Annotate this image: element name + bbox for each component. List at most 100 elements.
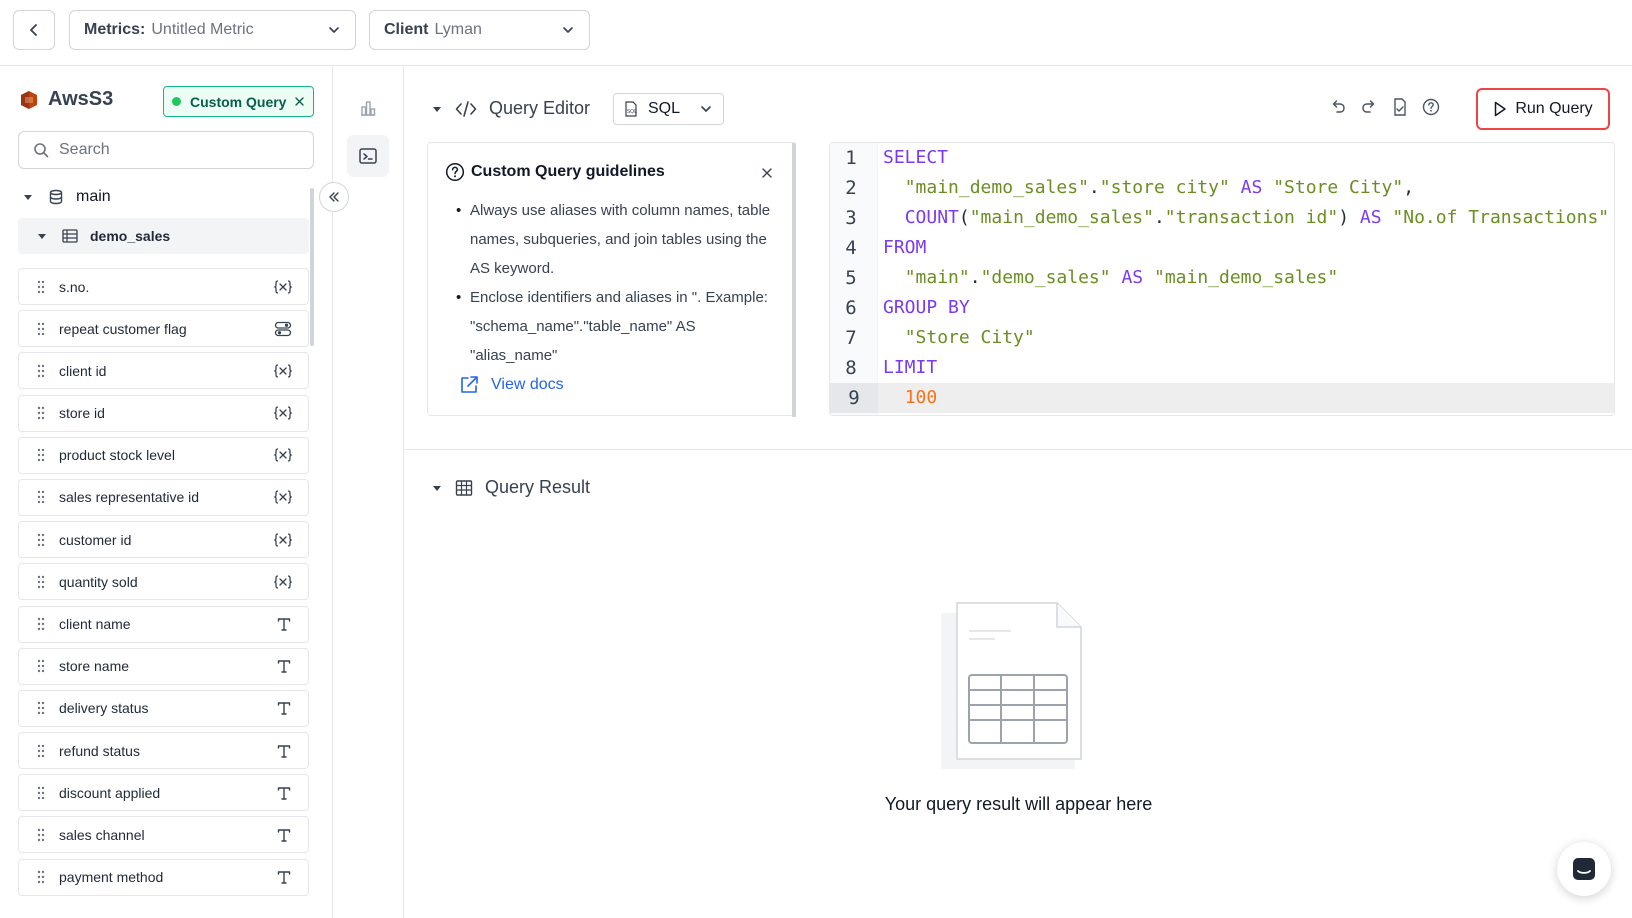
code-line[interactable]: 3 COUNT("main_demo_sales"."transaction i… [830, 203, 1614, 233]
column-item[interactable]: quantity sold [18, 563, 309, 601]
view-docs-link[interactable]: View docs [459, 375, 564, 395]
metrics-label: Metrics: [84, 21, 146, 38]
drag-handle-icon[interactable] [37, 786, 45, 800]
line-number: 6 [845, 297, 857, 319]
column-name: discount applied [59, 784, 161, 801]
variable-icon [274, 532, 292, 548]
column-item[interactable]: product stock level [18, 436, 309, 474]
help-icon[interactable] [1421, 96, 1441, 118]
column-item[interactable]: refund status [18, 732, 309, 770]
code-line[interactable]: 8 LIMIT [830, 353, 1614, 383]
drag-handle-icon[interactable] [37, 870, 45, 884]
close-icon[interactable] [761, 167, 773, 179]
code-line[interactable]: 4 FROM [830, 233, 1614, 263]
custom-query-badge: Custom Query [163, 86, 314, 117]
run-query-button[interactable]: Run Query [1476, 88, 1610, 130]
client-select[interactable]: Client Lyman [369, 10, 590, 50]
sql-code-editor[interactable]: 1 SELECT 2 "main_demo_sales"."store city" … [829, 142, 1615, 416]
format-file-icon[interactable] [1390, 96, 1410, 118]
drag-handle-icon[interactable] [37, 617, 45, 631]
code-text: "main_demo_sales"."store city" AS "Store… [904, 177, 1415, 198]
aws-s3-icon [21, 90, 37, 109]
column-item[interactable]: payment method [18, 858, 309, 896]
column-item[interactable]: client name [18, 605, 309, 643]
code-text: FROM [883, 237, 927, 258]
empty-spreadsheet-illustration [941, 602, 1082, 769]
language-select[interactable]: SQL SQL [613, 93, 724, 125]
column-item[interactable]: customer id [18, 521, 309, 559]
undo-icon[interactable] [1328, 96, 1348, 118]
drag-handle-icon[interactable] [37, 659, 45, 673]
code-line[interactable]: 1 SELECT [830, 143, 1614, 173]
drag-handle-icon[interactable] [37, 280, 45, 294]
metrics-select[interactable]: Metrics: Untitled Metric [69, 10, 356, 50]
search-field[interactable] [18, 131, 314, 169]
variable-icon [274, 405, 292, 421]
guidelines-scrollbar[interactable] [792, 143, 796, 417]
close-icon[interactable] [294, 96, 305, 107]
guidelines-header: Custom Query guidelines [445, 162, 665, 182]
column-name: customer id [59, 531, 132, 548]
chart-view-button[interactable] [347, 87, 389, 129]
redo-icon[interactable] [1359, 96, 1379, 118]
column-item[interactable]: client id [18, 352, 309, 390]
code-text: COUNT("main_demo_sales"."transaction id"… [904, 207, 1610, 228]
panel-scrollbar[interactable] [310, 188, 314, 346]
column-item[interactable]: repeat customer flag [18, 310, 309, 348]
text-icon [276, 827, 292, 843]
guideline-item: Always use aliases with column names, ta… [456, 196, 786, 283]
svg-text:SQL: SQL [627, 109, 637, 115]
external-link-icon [461, 376, 478, 393]
column-item[interactable]: sales channel [18, 816, 309, 854]
column-item[interactable]: s.no. [18, 268, 309, 305]
drag-handle-icon[interactable] [37, 364, 45, 378]
code-line[interactable]: 7 "Store City" [830, 323, 1614, 353]
collapse-panel-button[interactable] [319, 182, 349, 212]
line-number: 5 [845, 267, 857, 289]
code-line[interactable]: 5 "main"."demo_sales" AS "main_demo_sale… [830, 263, 1614, 293]
toggle-icon [274, 321, 292, 337]
drag-handle-icon[interactable] [37, 322, 45, 336]
schema-node-main[interactable]: main [22, 188, 111, 206]
run-query-label: Run Query [1515, 100, 1593, 117]
datasource-name: AwsS3 [48, 88, 114, 110]
drag-handle-icon[interactable] [37, 828, 45, 842]
drag-handle-icon[interactable] [37, 533, 45, 547]
text-icon [276, 869, 292, 885]
column-name: client id [59, 362, 107, 379]
back-button[interactable] [13, 10, 55, 50]
guidelines-panel: Custom Query guidelines Always use alias… [427, 142, 796, 417]
column-item[interactable]: store id [18, 394, 309, 432]
drag-handle-icon[interactable] [37, 575, 45, 589]
datasource-panel: AwsS3 Custom Query main demo_sales s.no.… [0, 66, 333, 918]
code-line[interactable]: 9 100 [830, 383, 1614, 413]
code-text: LIMIT [883, 357, 938, 378]
variable-icon [274, 279, 292, 295]
client-label: Client [384, 21, 429, 38]
column-item[interactable]: delivery status [18, 689, 309, 727]
code-text: 100 [904, 387, 938, 408]
drag-handle-icon[interactable] [37, 744, 45, 758]
column-name: s.no. [59, 278, 90, 295]
variable-icon [274, 363, 292, 379]
column-item[interactable]: discount applied [18, 774, 309, 812]
column-item[interactable]: store name [18, 647, 309, 685]
column-name: payment method [59, 869, 164, 886]
line-number: 1 [845, 147, 857, 169]
drag-handle-icon[interactable] [37, 448, 45, 462]
query-view-button[interactable] [347, 135, 389, 177]
chat-launcher-button[interactable] [1557, 842, 1611, 896]
code-line[interactable]: 6 GROUP BY [830, 293, 1614, 323]
column-name: store id [59, 405, 105, 422]
column-item[interactable]: sales representative id [18, 478, 309, 516]
empty-state-message: Your query result will appear here [884, 794, 1153, 814]
database-icon [49, 189, 63, 205]
drag-handle-icon[interactable] [37, 490, 45, 504]
search-input[interactable] [59, 141, 299, 159]
query-editor-header[interactable]: Query Editor [431, 98, 590, 119]
code-line[interactable]: 2 "main_demo_sales"."store city" AS "Sto… [830, 173, 1614, 203]
line-number: 7 [845, 327, 857, 349]
drag-handle-icon[interactable] [37, 701, 45, 715]
drag-handle-icon[interactable] [37, 406, 45, 420]
table-node-demo-sales[interactable]: demo_sales [18, 218, 309, 254]
